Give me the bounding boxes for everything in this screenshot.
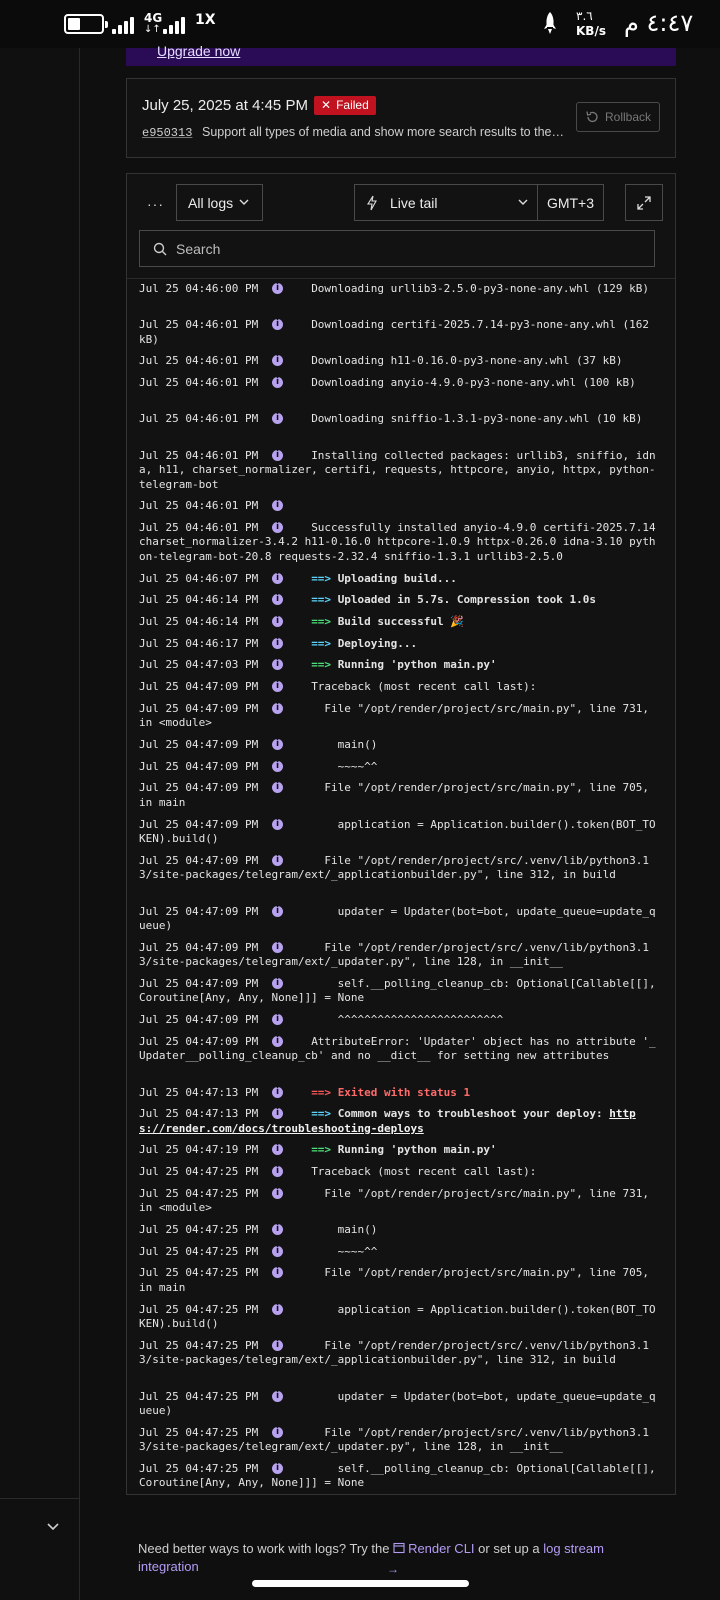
log-message: Uploaded in 5.7s. Compression took 1.0s: [337, 593, 596, 607]
network-speed-value: ٣.٦: [576, 9, 593, 23]
render-cli-link[interactable]: Render CLI: [408, 1541, 474, 1556]
log-message: ~~~~^^: [311, 759, 378, 773]
network-speed-badge: 1X: [195, 12, 216, 28]
rocket-icon: [544, 12, 556, 34]
network-speed-unit: KB/s: [576, 24, 606, 38]
fullscreen-button[interactable]: [625, 184, 663, 221]
log-filter-label: All logs: [188, 194, 234, 211]
log-message: Build successful 🎉: [337, 615, 464, 628]
log-message: Running 'python main.py': [337, 1143, 497, 1157]
status-badge: ✕ Failed: [314, 96, 376, 115]
footer-middle: or set up a: [474, 1541, 544, 1556]
more-options-button[interactable]: ···: [147, 196, 164, 212]
live-tail-label: Live tail: [390, 194, 438, 211]
log-message: Running 'python main.py': [337, 658, 497, 672]
log-message: Exited with status 1: [337, 1085, 471, 1099]
chevron-down-icon: [518, 199, 528, 205]
live-tail-dropdown[interactable]: Live tail: [354, 184, 538, 221]
log-arrow: ==>: [311, 593, 338, 607]
log-message: Traceback (most recent call last):: [311, 680, 537, 694]
chevron-down-icon: [239, 199, 249, 205]
log-arrow: ==>: [311, 1143, 338, 1157]
network-type: 4G: [144, 11, 163, 25]
log-arrow: ==>: [311, 1107, 338, 1121]
commit-message: Support all types of media and show more…: [202, 125, 567, 139]
rollback-label: Rollback: [604, 110, 652, 124]
log-message: ~~~~^^: [311, 1244, 378, 1258]
log-message: ^^^^^^^^^^^^^^^^^^^^^^^^^: [311, 1013, 504, 1027]
rollback-icon: [586, 111, 598, 123]
log-arrow: ==>: [311, 636, 338, 650]
lightning-icon: [367, 195, 377, 211]
arrow-right-icon: →: [387, 1562, 399, 1576]
status-bar: 4G ↓↑ 1X ٣.٦ KB/s ٤:٤٧ م: [0, 0, 720, 48]
log-arrow: ==>: [311, 615, 338, 628]
log-message: Deploying...: [337, 636, 418, 650]
deploy-date: July 25, 2025 at 4:45 PM: [142, 97, 308, 114]
log-arrow: ==>: [311, 658, 338, 672]
search-input[interactable]: [176, 240, 636, 258]
logs-panel: ··· All logs Live tail GMT+3 Jul 25 04:4…: [126, 173, 676, 1495]
battery-charging-icon: [64, 14, 108, 34]
search-icon: [153, 242, 167, 256]
log-arrow: ==>: [311, 571, 338, 585]
log-message: main(): [311, 738, 378, 751]
close-icon: ✕: [321, 98, 332, 112]
terminal-icon: [393, 1542, 405, 1554]
log-message: Downloading urllib3-2.5.0-py3-none-any.w…: [311, 282, 649, 295]
home-indicator[interactable]: [252, 1580, 469, 1587]
log-message: main(): [311, 1223, 378, 1236]
log-message: Traceback (most recent call last):: [311, 1165, 537, 1179]
status-badge-label: Failed: [336, 98, 369, 112]
sidebar: [0, 48, 80, 1600]
log-message: Downloading anyio-4.9.0-py3-none-any.whl…: [311, 376, 636, 390]
sidebar-divider: [0, 1498, 80, 1499]
log-message: Downloading sniffio-1.3.1-py3-none-any.w…: [311, 412, 643, 426]
footer-prefix: Need better ways to work with logs? Try …: [138, 1541, 394, 1556]
commit-hash-link[interactable]: e950313: [142, 126, 192, 140]
chevron-down-icon[interactable]: [46, 1520, 60, 1534]
timezone-button[interactable]: GMT+3: [537, 184, 604, 221]
signal-strength-icon: [112, 14, 134, 34]
upgrade-now-link[interactable]: Upgrade now: [157, 43, 240, 59]
log-filter-dropdown[interactable]: All logs: [176, 184, 263, 221]
status-clock: ٤:٤٧ م: [624, 9, 694, 37]
log-search-box[interactable]: [139, 230, 655, 267]
data-activity-icon: ↓↑: [144, 24, 161, 35]
log-message: Common ways to troubleshoot your deploy:: [337, 1107, 610, 1121]
signal-strength-icon-2: [163, 14, 185, 34]
expand-icon: [637, 196, 651, 210]
log-message: Uploading build...: [337, 571, 457, 585]
log-arrow: ==>: [311, 1085, 338, 1099]
rollback-button[interactable]: Rollback: [576, 102, 660, 132]
toolbar-divider: [127, 278, 675, 279]
log-message: Downloading h11-0.16.0-py3-none-any.whl …: [311, 354, 623, 368]
timezone-label: GMT+3: [546, 194, 595, 211]
